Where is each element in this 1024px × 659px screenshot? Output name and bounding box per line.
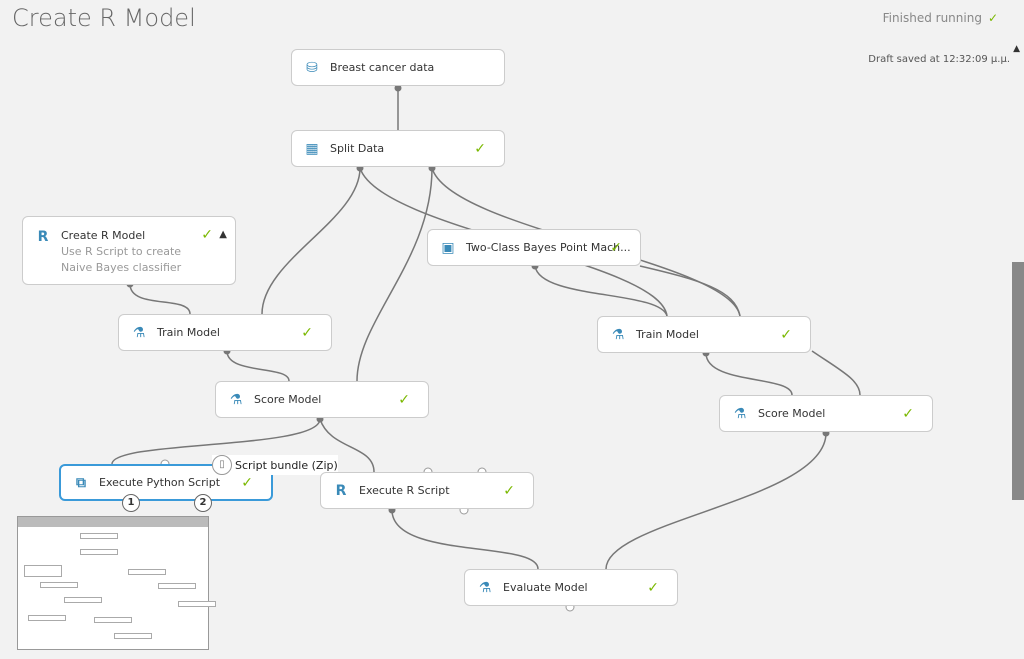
score-icon: ⚗ bbox=[733, 405, 747, 422]
output-port-2[interactable]: 2 bbox=[194, 494, 212, 512]
node-label: Create R Model bbox=[61, 229, 146, 242]
check-icon: ✓ bbox=[780, 326, 792, 343]
check-icon: ✓ bbox=[474, 140, 486, 157]
score-icon: ⚗ bbox=[229, 391, 243, 408]
check-icon: ✓ bbox=[301, 324, 313, 341]
check-icon: ✓ bbox=[610, 239, 622, 256]
minimap[interactable] bbox=[17, 516, 216, 650]
node-label: Train Model bbox=[636, 328, 699, 341]
check-icon: ✓ bbox=[398, 391, 410, 408]
vertical-scrollbar[interactable] bbox=[1012, 262, 1024, 500]
python-icon: ⧉ bbox=[76, 474, 86, 491]
tooltip-text: Script bundle (Zip) bbox=[235, 458, 338, 472]
node-score-model-right[interactable]: ⚗ Score Model ✓ bbox=[719, 395, 933, 432]
port-tooltip: ▯ Script bundle (Zip) bbox=[212, 455, 338, 475]
node-description: Use R Script to create Naive Bayes class… bbox=[61, 245, 182, 274]
check-icon: ✓ bbox=[902, 405, 914, 422]
node-execute-r-script[interactable]: R Execute R Script ✓ bbox=[320, 472, 534, 509]
node-train-model-left[interactable]: ⚗ Train Model ✓ bbox=[118, 314, 332, 351]
train-icon: ⚗ bbox=[611, 326, 625, 343]
dataset-icon: ⛁ bbox=[306, 59, 318, 76]
node-evaluate-model[interactable]: ⚗ Evaluate Model ✓ bbox=[464, 569, 678, 606]
r-icon: R bbox=[37, 229, 49, 245]
node-label: Two-Class Bayes Point Mach... bbox=[466, 241, 631, 254]
r-icon: R bbox=[335, 482, 347, 499]
split-icon: ▦ bbox=[305, 140, 319, 157]
minimap-header[interactable] bbox=[18, 517, 208, 527]
model-icon: ▣ bbox=[441, 239, 455, 256]
collapse-icon[interactable]: ▲ bbox=[219, 229, 227, 240]
node-split-data[interactable]: ▦ Split Data ✓ bbox=[291, 130, 505, 167]
check-icon: ✓ bbox=[647, 579, 659, 596]
check-icon: ✓ bbox=[503, 482, 515, 499]
node-breast-cancer-data[interactable]: ⛁ Breast cancer data bbox=[291, 49, 505, 86]
node-label: Breast cancer data bbox=[330, 61, 435, 74]
node-train-model-right[interactable]: ⚗ Train Model ✓ bbox=[597, 316, 811, 353]
document-icon: ▯ bbox=[212, 455, 232, 475]
node-create-r-model[interactable]: R Create R Model Use R Script to create Na… bbox=[22, 216, 236, 285]
node-two-class-bayes[interactable]: ▣ Two-Class Bayes Point Mach... ✓ bbox=[427, 229, 641, 266]
output-port-1[interactable]: 1 bbox=[122, 494, 140, 512]
node-score-model-left[interactable]: ⚗ Score Model ✓ bbox=[215, 381, 429, 418]
node-label: Score Model bbox=[254, 393, 322, 406]
evaluate-icon: ⚗ bbox=[478, 579, 492, 596]
check-icon: ✓ bbox=[241, 474, 253, 491]
node-label: Execute R Script bbox=[359, 484, 450, 497]
node-label: Train Model bbox=[157, 326, 220, 339]
node-label: Score Model bbox=[758, 407, 826, 420]
node-label: Evaluate Model bbox=[503, 581, 588, 594]
node-label: Execute Python Script bbox=[99, 476, 221, 489]
train-icon: ⚗ bbox=[132, 324, 146, 341]
node-label: Split Data bbox=[330, 142, 385, 155]
check-icon: ✓ bbox=[201, 227, 213, 243]
